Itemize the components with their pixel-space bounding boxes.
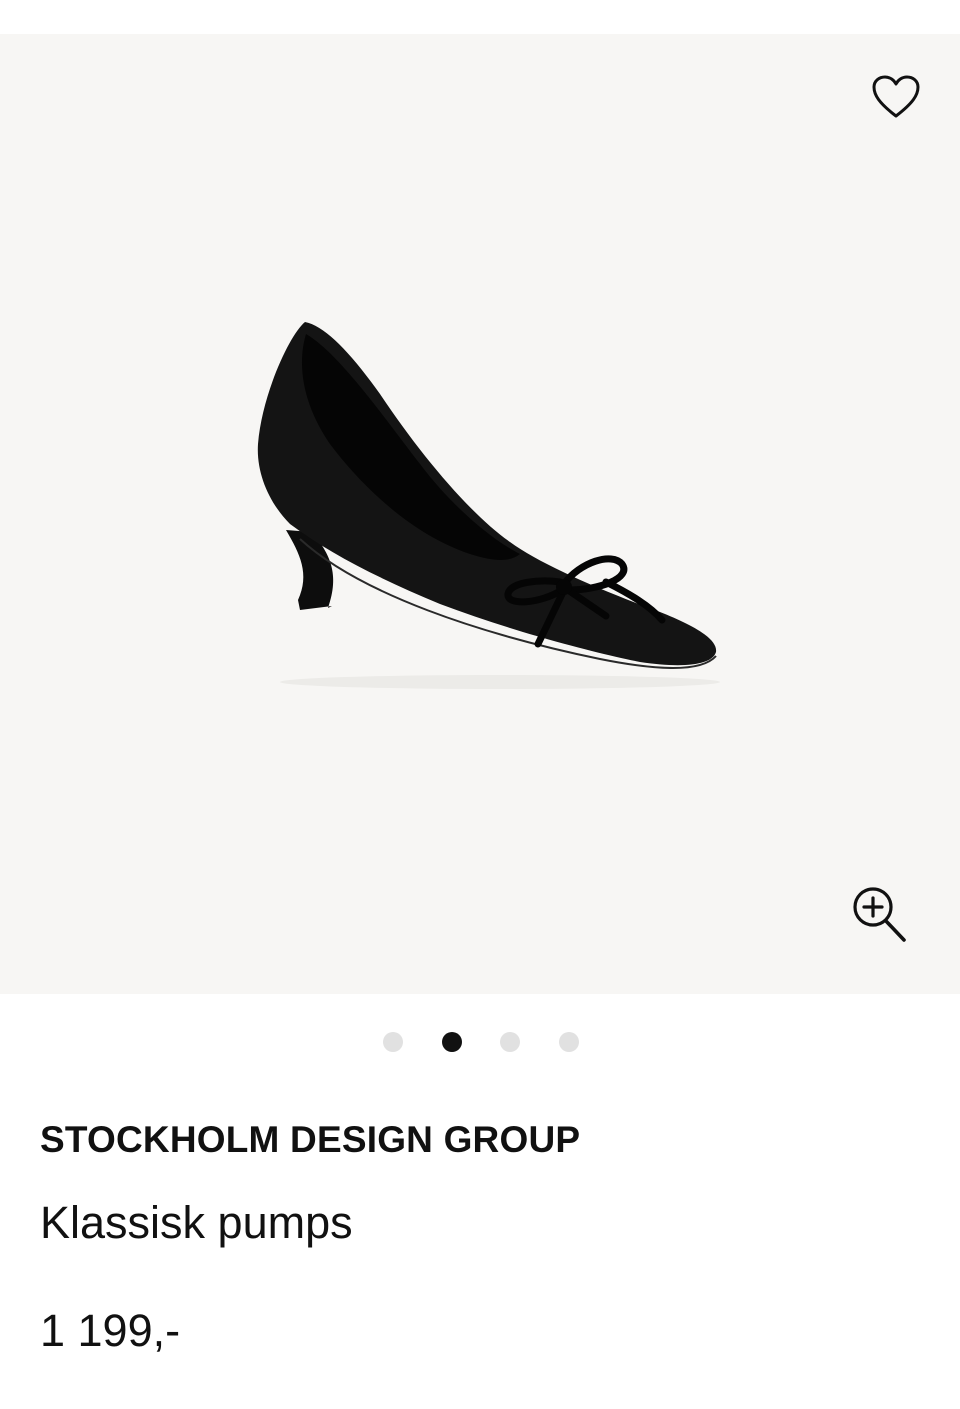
pagination-dot-2[interactable] xyxy=(442,1032,462,1052)
pagination-dot-1[interactable] xyxy=(383,1032,403,1052)
brand-name[interactable]: STOCKHOLM DESIGN GROUP xyxy=(40,1118,580,1162)
product-price: 1 199,- xyxy=(40,1305,181,1356)
heart-icon xyxy=(872,75,920,118)
zoom-button[interactable] xyxy=(848,884,910,946)
pagination-dot-4[interactable] xyxy=(559,1032,579,1052)
gallery-pagination xyxy=(0,1032,960,1054)
shoe-shadow xyxy=(280,675,720,689)
product-image[interactable] xyxy=(0,34,960,994)
pagination-dot-3[interactable] xyxy=(500,1032,520,1052)
favorite-button[interactable] xyxy=(870,72,922,122)
bow-knot xyxy=(556,579,572,595)
product-title: Klassisk pumps xyxy=(40,1197,353,1248)
zoom-in-icon xyxy=(853,887,906,942)
product-gallery[interactable] xyxy=(0,34,960,994)
